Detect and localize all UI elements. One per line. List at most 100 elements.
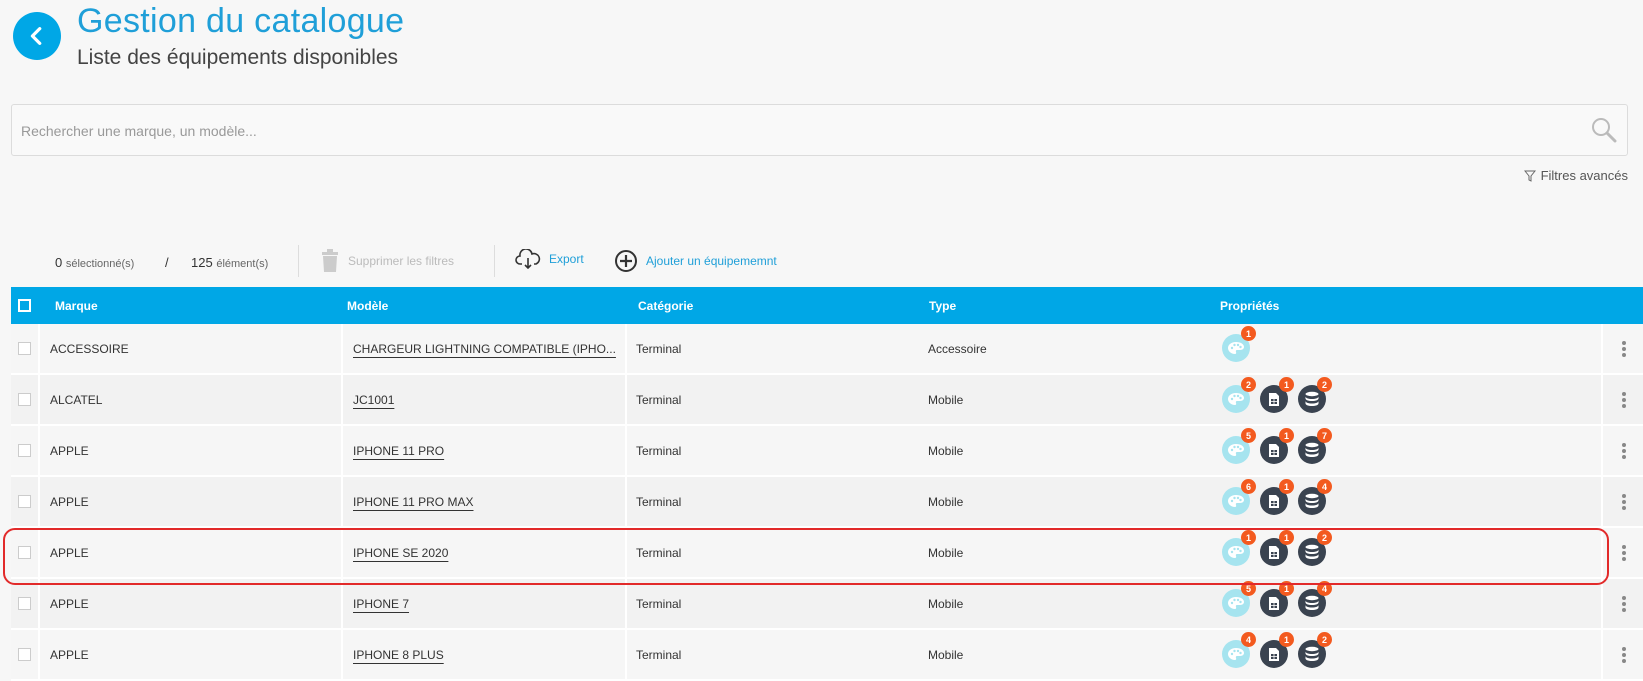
kebab-menu-icon[interactable]: [1621, 391, 1627, 409]
kebab-menu-icon[interactable]: [1621, 544, 1627, 562]
add-equipment-button[interactable]: Ajouter un équipememnt: [614, 249, 777, 273]
search-icon[interactable]: [1591, 117, 1617, 143]
row-checkbox[interactable]: [18, 648, 31, 661]
model-link[interactable]: IPHONE 11 PRO MAX: [353, 495, 473, 509]
sim-icon[interactable]: 1: [1260, 581, 1294, 617]
sim-icon[interactable]: 1: [1260, 632, 1294, 668]
storage-icon[interactable]: 4: [1298, 581, 1332, 617]
sim-icon[interactable]: 1: [1260, 530, 1294, 566]
sim-icon[interactable]: 1: [1260, 428, 1294, 464]
sim-icon[interactable]: 1: [1260, 377, 1294, 413]
selected-count: 0 sélectionné(s): [55, 255, 134, 270]
export-button[interactable]: Export: [515, 249, 584, 269]
sim-icon[interactable]: 1: [1260, 479, 1294, 515]
palette-icon[interactable]: 5: [1222, 428, 1256, 464]
count-badge: 1: [1279, 479, 1294, 494]
column-divider: [625, 375, 627, 424]
palette-icon-glyph: [1228, 342, 1244, 354]
count-badge: 1: [1279, 581, 1294, 596]
kebab-menu-icon[interactable]: [1621, 442, 1627, 460]
table-row[interactable]: APPLE IPHONE 8 PLUS Terminal Mobile 4 1 2: [11, 630, 1643, 681]
properties-cell: 2 1 2: [1222, 377, 1332, 413]
column-header-model[interactable]: Modèle: [347, 299, 388, 313]
count-separator: /: [165, 255, 169, 270]
palette-icon[interactable]: 6: [1222, 479, 1256, 515]
type-cell: Mobile: [928, 444, 964, 458]
storage-icon[interactable]: 2: [1298, 530, 1332, 566]
palette-icon[interactable]: 1: [1222, 326, 1256, 362]
advanced-filters-link[interactable]: Filtres avancés: [1523, 168, 1628, 183]
properties-cell: 4 1 2: [1222, 632, 1332, 668]
kebab-menu-icon[interactable]: [1621, 595, 1627, 613]
sim-icon-glyph: [1269, 647, 1279, 661]
row-checkbox[interactable]: [18, 495, 31, 508]
category-cell: Terminal: [636, 393, 682, 407]
clear-filters-button[interactable]: Supprimer les filtres: [320, 249, 454, 273]
column-divider: [625, 426, 627, 475]
table-row[interactable]: APPLE IPHONE 11 PRO MAX Terminal Mobile …: [11, 477, 1643, 528]
chevron-left-icon: [30, 27, 42, 45]
storage-icon[interactable]: 2: [1298, 632, 1332, 668]
search-input[interactable]: [12, 105, 1563, 157]
model-link[interactable]: IPHONE 8 PLUS: [353, 648, 444, 662]
kebab-menu-icon[interactable]: [1621, 646, 1627, 664]
sim-icon-glyph: [1269, 443, 1279, 457]
palette-icon[interactable]: 1: [1222, 530, 1256, 566]
row-checkbox[interactable]: [18, 444, 31, 457]
count-badge: 2: [1317, 632, 1332, 647]
kebab-menu-icon[interactable]: [1621, 340, 1627, 358]
properties-cell: 6 1 4: [1222, 479, 1332, 515]
back-button[interactable]: [13, 12, 61, 60]
model-link[interactable]: IPHONE 11 PRO: [353, 444, 444, 458]
row-checkbox[interactable]: [18, 393, 31, 406]
model-link[interactable]: JC1001: [353, 393, 394, 407]
cloud-download-icon: [515, 249, 541, 269]
table-row[interactable]: APPLE IPHONE SE 2020 Terminal Mobile 1 1 2: [11, 528, 1643, 579]
category-cell: Terminal: [636, 648, 682, 662]
palette-icon-glyph: [1228, 597, 1244, 609]
column-header-type[interactable]: Type: [929, 299, 956, 313]
select-all-checkbox[interactable]: [18, 299, 31, 312]
storage-icon[interactable]: 7: [1298, 428, 1332, 464]
model-link[interactable]: IPHONE SE 2020: [353, 546, 448, 560]
row-checkbox[interactable]: [18, 597, 31, 610]
table-row[interactable]: APPLE IPHONE 11 PRO Terminal Mobile 5 1 7: [11, 426, 1643, 477]
storage-icon[interactable]: 4: [1298, 479, 1332, 515]
model-link[interactable]: CHARGEUR LIGHTNING COMPATIBLE (IPHO...: [353, 342, 616, 356]
column-divider: [1601, 426, 1603, 475]
count-badge: 2: [1241, 377, 1256, 392]
palette-icon[interactable]: 5: [1222, 581, 1256, 617]
table-row[interactable]: ALCATEL JC1001 Terminal Mobile 2 1 2: [11, 375, 1643, 426]
palette-icon-glyph: [1228, 444, 1244, 456]
table-row[interactable]: APPLE IPHONE 7 Terminal Mobile 5 1 4: [11, 579, 1643, 630]
sim-icon-glyph: [1269, 392, 1279, 406]
column-divider: [341, 375, 343, 424]
count-badge: 6: [1241, 479, 1256, 494]
model-link[interactable]: IPHONE 7: [353, 597, 409, 611]
type-cell: Mobile: [928, 546, 964, 560]
search-box: [11, 104, 1628, 157]
row-checkbox[interactable]: [18, 342, 31, 355]
storage-icon-glyph: [1305, 544, 1319, 559]
table-row[interactable]: ACCESSOIRE CHARGEUR LIGHTNING COMPATIBLE…: [11, 324, 1643, 375]
column-divider: [341, 579, 343, 628]
catalogue-table: Marque Modèle Catégorie Type Propriétés …: [11, 287, 1643, 681]
type-cell: Mobile: [928, 393, 964, 407]
row-checkbox[interactable]: [18, 546, 31, 559]
storage-icon[interactable]: 2: [1298, 377, 1332, 413]
column-divider: [38, 630, 40, 679]
count-badge: 1: [1279, 428, 1294, 443]
brand-cell: APPLE: [50, 444, 89, 458]
column-header-category[interactable]: Catégorie: [638, 299, 693, 313]
kebab-menu-icon[interactable]: [1621, 493, 1627, 511]
palette-icon[interactable]: 2: [1222, 377, 1256, 413]
count-badge: 7: [1317, 428, 1332, 443]
trash-icon: [322, 249, 338, 272]
properties-cell: 5 1 4: [1222, 581, 1332, 617]
brand-cell: ACCESSOIRE: [50, 342, 129, 356]
column-header-brand[interactable]: Marque: [55, 299, 98, 313]
column-divider: [1601, 579, 1603, 628]
palette-icon[interactable]: 4: [1222, 632, 1256, 668]
column-divider: [1601, 375, 1603, 424]
sim-icon-glyph: [1269, 596, 1279, 610]
